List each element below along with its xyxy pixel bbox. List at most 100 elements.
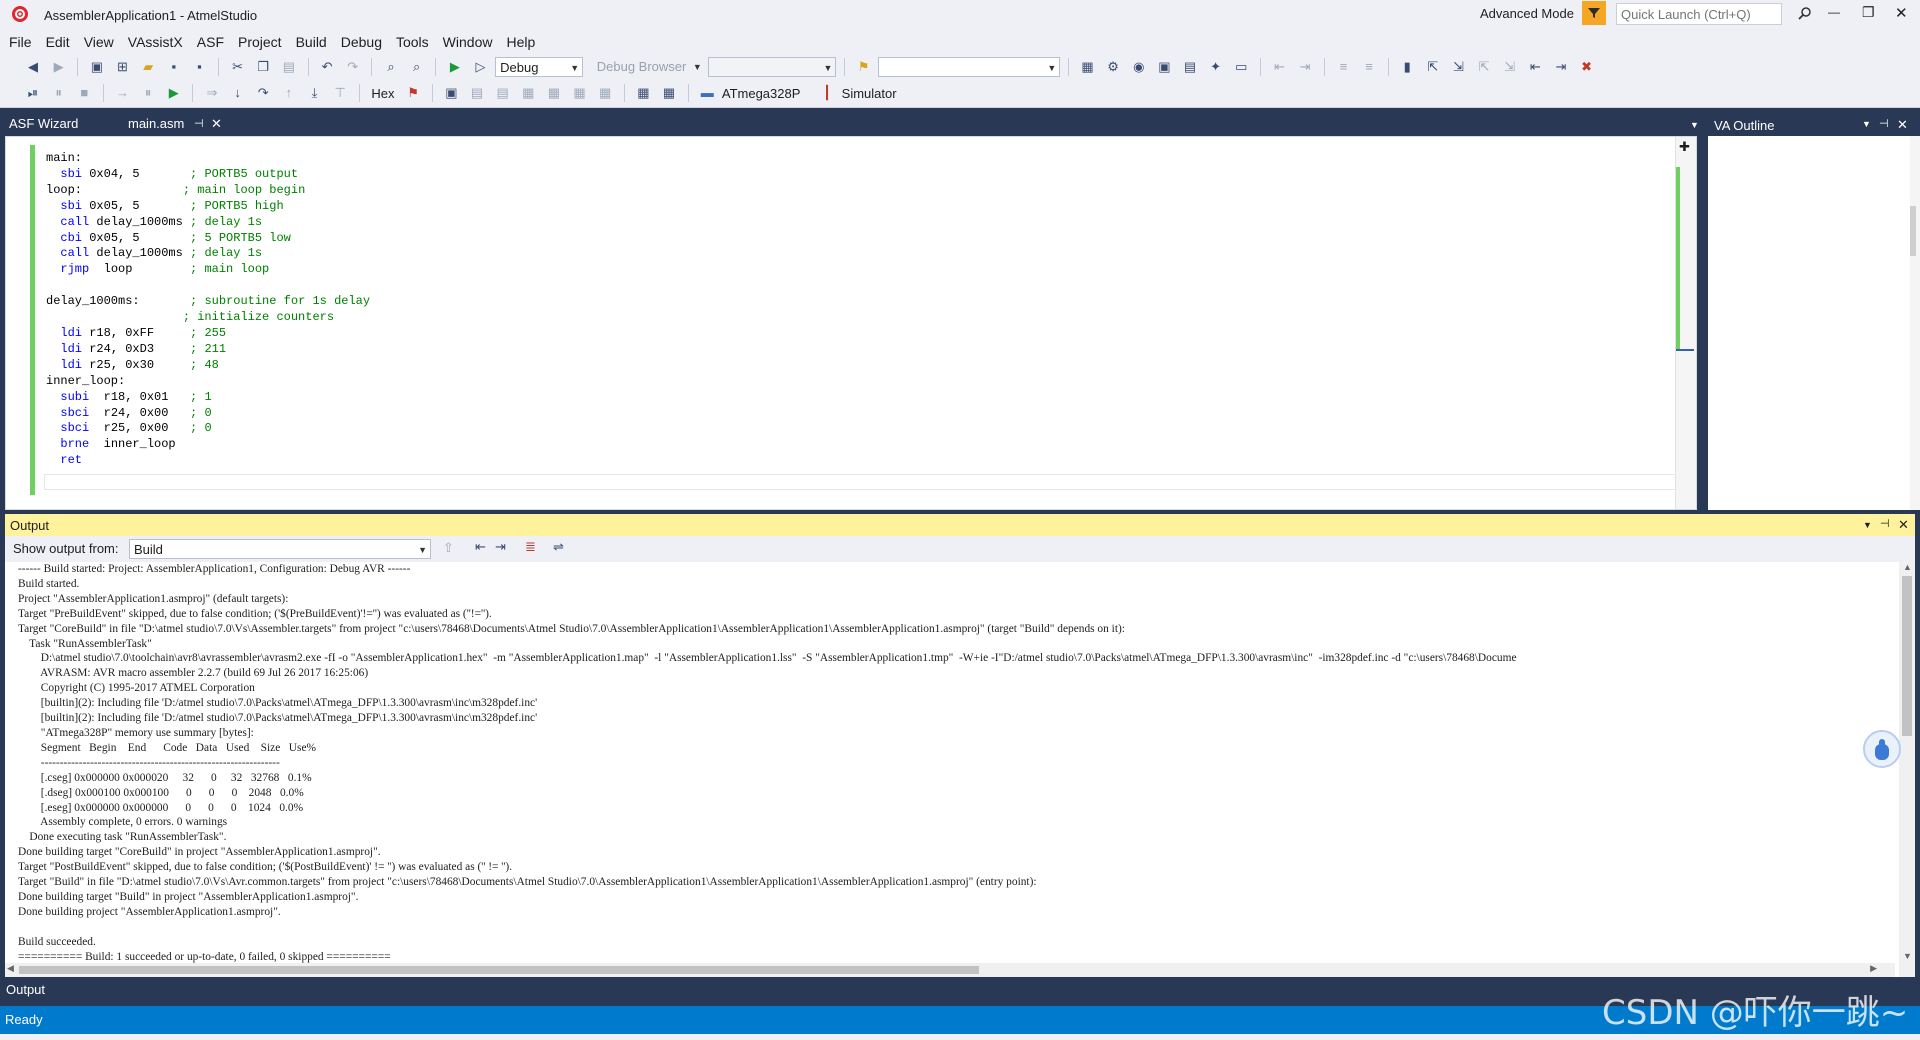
prev-message-icon[interactable]: ⇤ — [475, 539, 486, 555]
solution-explorer-icon[interactable]: ▦ — [1078, 57, 1098, 77]
output-dropdown-icon[interactable]: ▼ — [1863, 520, 1872, 530]
search-icon[interactable] — [1798, 6, 1812, 23]
close-tab-icon[interactable]: ✕ — [211, 112, 222, 136]
code-line[interactable]: ldi r25, 0x30 ; 48 — [46, 358, 370, 374]
paste-icon[interactable]: ▤ — [279, 57, 299, 77]
processor-icon[interactable]: ▦ — [595, 83, 615, 103]
watch-icon[interactable]: ▤ — [467, 83, 487, 103]
code-text[interactable]: main: sbi 0x04, 5 ; PORTB5 output loop: ;… — [46, 151, 370, 469]
tab-overflow-icon[interactable]: ▼ — [1690, 120, 1699, 130]
device-selector[interactable]: ATmega328P — [722, 86, 801, 101]
start-without-debugging-icon[interactable]: ▷ — [471, 57, 491, 77]
bookmark-icon[interactable]: ▮ — [1397, 57, 1417, 77]
properties-icon[interactable]: ⚙ — [1103, 57, 1123, 77]
indent-icon[interactable]: ⇥ — [1295, 57, 1315, 77]
registers-icon[interactable]: ▦ — [544, 83, 564, 103]
code-line[interactable]: ; initialize counters — [46, 310, 370, 326]
output-close-icon[interactable]: ✕ — [1898, 517, 1909, 533]
word-wrap-icon[interactable]: ⇌ — [553, 539, 564, 555]
code-line[interactable]: ldi r24, 0xD3 ; 211 — [46, 342, 370, 358]
uncomment-icon[interactable]: ≡ — [1359, 57, 1379, 77]
step-over-icon[interactable]: ↷ — [253, 83, 273, 103]
pause-icon[interactable]: ⏸ — [138, 83, 158, 103]
next-bookmark-icon[interactable]: ⇲ — [1449, 57, 1469, 77]
prev-bookmark-icon[interactable]: ⇱ — [1423, 57, 1443, 77]
clear-bookmarks-icon[interactable]: ✖ — [1577, 57, 1597, 77]
outdent-icon[interactable]: ⇤ — [1270, 57, 1290, 77]
maximize-button[interactable]: ❐ — [1862, 4, 1875, 21]
forward-icon[interactable]: ▶ — [49, 57, 69, 77]
va-dropdown-icon[interactable]: ▼ — [1862, 119, 1871, 129]
code-line[interactable]: ret — [46, 453, 370, 469]
code-line[interactable]: cbi 0x05, 5 ; 5 PORTB5 low — [46, 231, 370, 247]
open-file-icon[interactable]: ▰ — [138, 57, 158, 77]
restart-icon[interactable]: → — [113, 83, 133, 103]
menu-vassistx[interactable]: VAssistX — [121, 30, 190, 54]
device-programming-icon[interactable]: ▣ — [1154, 57, 1174, 77]
find-combo[interactable]: ▼ — [878, 57, 1061, 77]
menu-tools[interactable]: Tools — [389, 30, 436, 54]
new-project-icon[interactable]: ▣ — [87, 57, 107, 77]
filter-icon[interactable] — [1582, 1, 1606, 25]
tab-output[interactable]: Output — [6, 982, 45, 997]
bookmark-next-folder-icon[interactable]: ⇲ — [1500, 57, 1520, 77]
disassembly-icon[interactable]: ▣ — [441, 83, 461, 103]
menu-asf[interactable]: ASF — [190, 30, 231, 54]
tool-icon[interactable]: ▦ — [659, 83, 679, 103]
code-line[interactable]: sbci r24, 0x00 ; 0 — [46, 406, 370, 422]
code-line[interactable]: delay_1000ms: ; subroutine for 1s delay — [46, 294, 370, 310]
bookmark-prev-doc-icon[interactable]: ⇤ — [1525, 57, 1545, 77]
stop-debugging-icon[interactable]: ■ — [74, 83, 94, 103]
comment-icon[interactable]: ≡ — [1333, 57, 1353, 77]
output-source-select[interactable]: Build ▼ — [129, 539, 431, 559]
menu-help[interactable]: Help — [499, 30, 542, 54]
menu-edit[interactable]: Edit — [39, 30, 77, 54]
find-icon[interactable]: ⌕ — [381, 57, 401, 77]
undo-icon[interactable]: ↶ — [317, 57, 337, 77]
va-pin-icon[interactable]: ⊣ — [1879, 117, 1889, 130]
code-line[interactable] — [46, 278, 370, 294]
save-icon[interactable]: ▪ — [164, 57, 184, 77]
bookmark-next-doc-icon[interactable]: ⇥ — [1551, 57, 1571, 77]
locals-icon[interactable]: ▤ — [493, 83, 513, 103]
code-line[interactable]: loop: ; main loop begin — [46, 183, 370, 199]
configuration-select[interactable]: Debug ▼ — [495, 57, 584, 77]
code-line[interactable]: sbi 0x05, 5 ; PORTB5 high — [46, 199, 370, 215]
menu-file[interactable]: File — [2, 30, 39, 54]
code-line[interactable]: call delay_1000ms ; delay 1s — [46, 246, 370, 262]
tool-selector[interactable]: Simulator — [842, 86, 897, 101]
floating-assistant-icon[interactable] — [1863, 730, 1901, 768]
code-line[interactable]: subi r18, 0x01 ; 1 — [46, 390, 370, 406]
clear-all-icon[interactable]: ≣ — [525, 539, 536, 555]
output-text-area[interactable]: ------ Build started: Project: Assembler… — [5, 562, 1915, 977]
run-to-cursor-icon[interactable]: ⤓ — [305, 83, 325, 103]
advanced-mode-label[interactable]: Advanced Mode — [1480, 6, 1574, 21]
break-all-icon[interactable]: ⏸ — [49, 83, 69, 103]
quick-launch-input[interactable] — [1616, 3, 1782, 25]
cut-icon[interactable]: ✂ — [228, 57, 248, 77]
output-pin-icon[interactable]: ⊣ — [1880, 517, 1890, 530]
output-horizontal-scrollbar[interactable]: ◀ ▶ — [5, 963, 1895, 977]
code-line[interactable]: sbci r25, 0x00 ; 0 — [46, 421, 370, 437]
object-browser-icon[interactable]: ◉ — [1129, 57, 1149, 77]
va-scrollbar[interactable] — [1910, 136, 1920, 510]
reset-icon[interactable]: ⊤ — [330, 83, 350, 103]
step-out-icon[interactable]: ↑ — [279, 83, 299, 103]
extension-icon[interactable]: ✦ — [1206, 57, 1226, 77]
code-line[interactable]: call delay_1000ms ; delay 1s — [46, 215, 370, 231]
code-line[interactable]: main: — [46, 151, 370, 167]
copy-icon[interactable]: ❐ — [253, 57, 273, 77]
code-line[interactable]: inner_loop: — [46, 374, 370, 390]
redo-icon[interactable]: ↷ — [343, 57, 363, 77]
editor-vertical-scrollbar[interactable]: ✚ — [1675, 137, 1696, 509]
show-next-statement-icon[interactable]: ⇒ — [202, 83, 222, 103]
tab-asf-wizard[interactable]: ASF Wizard — [0, 112, 113, 136]
find-in-files-icon[interactable]: ⚑ — [854, 57, 874, 77]
menu-view[interactable]: View — [77, 30, 121, 54]
debug-browser-select[interactable]: Debug Browser ▼ — [593, 57, 705, 77]
toolbox-icon[interactable]: ▤ — [1180, 57, 1200, 77]
minimize-button[interactable]: — — [1828, 5, 1840, 19]
continue-icon[interactable]: ⏯ — [23, 83, 43, 103]
menu-build[interactable]: Build — [289, 30, 334, 54]
hex-toggle[interactable]: Hex — [371, 86, 394, 101]
